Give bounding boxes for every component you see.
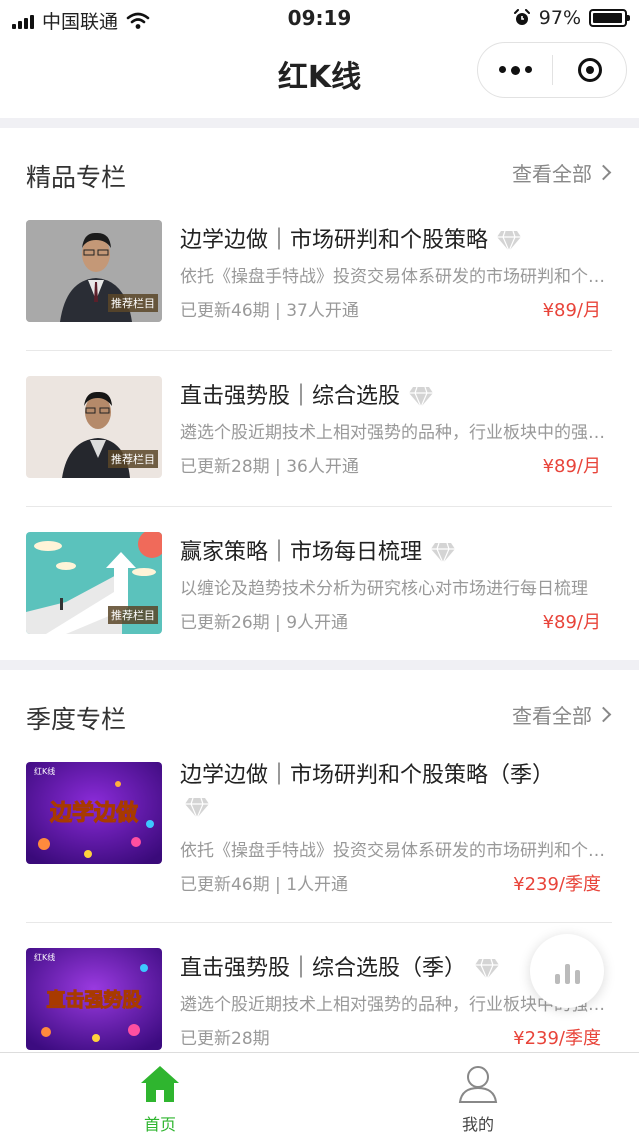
list-item[interactable]: 边学边做 红K线 边学边做｜市场研判和个股策略（季） 依托《操盘手特战》投资交易… bbox=[0, 762, 639, 922]
divider bbox=[26, 506, 612, 507]
section-header-premium: 精品专栏 查看全部 bbox=[0, 148, 639, 208]
floating-chart-button[interactable] bbox=[530, 934, 604, 1008]
item-title: 直击强势股｜综合选股 bbox=[180, 384, 401, 409]
item-price: ¥239/季度 bbox=[513, 1028, 601, 1049]
chevron-right-icon bbox=[595, 706, 612, 723]
item-meta: 已更新26期 | 9人开通 bbox=[180, 613, 349, 633]
item-title-wrap: 边学边做｜市场研判和个股策略（季） bbox=[180, 760, 600, 824]
diamond-icon bbox=[409, 386, 434, 408]
diamond-icon bbox=[475, 958, 500, 980]
update-count: 已更新28期 bbox=[180, 1029, 270, 1049]
item-description: 遴选个股近期技术上相对强势的品种，行业板块中的强势个股 bbox=[180, 423, 610, 443]
item-title: 赢家策略｜市场每日梳理 bbox=[180, 540, 423, 565]
tab-home[interactable]: 首页 bbox=[100, 1063, 220, 1135]
list-item[interactable]: 推荐栏目 边学边做｜市场研判和个股策略 依托《操盘手特战》投资交易体系研发的市场… bbox=[0, 220, 639, 370]
subscriber-count: 9人开通 bbox=[286, 613, 349, 633]
item-description: 依托《操盘手特战》投资交易体系研发的市场研判和个股策略 bbox=[180, 841, 610, 861]
tab-profile[interactable]: 我的 bbox=[418, 1063, 538, 1135]
tab-bar: 首页 我的 bbox=[0, 1052, 639, 1137]
section-header-quarterly: 季度专栏 查看全部 bbox=[0, 690, 639, 750]
divider bbox=[26, 922, 612, 923]
course-thumbnail: 推荐栏目 bbox=[26, 532, 162, 634]
item-meta: 已更新46期 | 1人开通 bbox=[180, 875, 349, 895]
course-thumbnail: 直击强势股 红K线 bbox=[26, 948, 162, 1050]
promo-text: 边学边做 bbox=[49, 800, 139, 826]
item-price: ¥89/月 bbox=[542, 300, 601, 321]
update-count: 已更新28期 bbox=[180, 457, 270, 477]
section-title: 季度专栏 bbox=[26, 705, 127, 734]
nav-bar: 红K线 bbox=[0, 38, 639, 118]
view-all-link[interactable]: 查看全部 bbox=[512, 158, 612, 187]
recommended-badge: 推荐栏目 bbox=[108, 294, 158, 312]
promo-image: 边学边做 红K线 bbox=[26, 762, 162, 864]
update-count: 已更新26期 bbox=[180, 613, 270, 633]
status-right: 97% bbox=[513, 7, 630, 29]
item-description: 以缠论及趋势技术分析为研究核心对市场进行每日梳理 bbox=[180, 579, 588, 599]
tab-label: 我的 bbox=[461, 1115, 494, 1134]
subscriber-count: 1人开通 bbox=[286, 875, 349, 895]
status-bar: 中国联通 09:19 97% bbox=[0, 0, 639, 38]
tab-label: 首页 bbox=[143, 1115, 176, 1134]
section-separator bbox=[0, 660, 639, 670]
recommended-badge: 推荐栏目 bbox=[108, 450, 158, 468]
capsule-menu bbox=[477, 42, 627, 98]
item-title-wrap: 边学边做｜市场研判和个股策略 bbox=[180, 222, 522, 254]
item-title-wrap: 赢家策略｜市场每日梳理 bbox=[180, 534, 456, 566]
section-title: 精品专栏 bbox=[26, 163, 127, 192]
course-thumbnail: 推荐栏目 bbox=[26, 220, 162, 322]
item-title-wrap: 直击强势股｜综合选股 bbox=[180, 378, 434, 410]
item-price: ¥239/季度 bbox=[513, 874, 601, 895]
promo-text: 直击强势股 bbox=[46, 988, 141, 1011]
view-all-label: 查看全部 bbox=[512, 162, 592, 186]
item-description: 依托《操盘手特战》投资交易体系研发的市场研判和个股策略 bbox=[180, 267, 610, 287]
list-item[interactable]: 推荐栏目 直击强势股｜综合选股 遴选个股近期技术上相对强势的品种，行业板块中的强… bbox=[0, 376, 639, 526]
diamond-icon bbox=[185, 797, 209, 819]
target-icon bbox=[577, 58, 602, 82]
recommended-badge: 推荐栏目 bbox=[108, 606, 158, 624]
item-title: 边学边做｜市场研判和个股策略 bbox=[180, 228, 489, 253]
more-icon[interactable] bbox=[478, 65, 552, 75]
diamond-icon bbox=[497, 230, 522, 252]
divider bbox=[26, 350, 612, 351]
course-thumbnail: 推荐栏目 bbox=[26, 376, 162, 478]
update-count: 已更新46期 bbox=[180, 301, 270, 321]
battery-percent: 97% bbox=[538, 7, 581, 29]
brand-logo: 红K线 bbox=[34, 952, 55, 962]
view-all-link[interactable]: 查看全部 bbox=[512, 700, 612, 729]
battery-icon bbox=[589, 9, 630, 27]
item-title-wrap: 直击强势股｜综合选股（季） bbox=[180, 950, 500, 982]
course-thumbnail: 边学边做 红K线 bbox=[26, 762, 162, 864]
subscriber-count: 36人开通 bbox=[286, 457, 359, 477]
item-title: 直击强势股｜综合选股（季） bbox=[180, 956, 467, 981]
diamond-icon bbox=[431, 542, 456, 564]
chevron-right-icon bbox=[595, 164, 612, 181]
brand-logo: 红K线 bbox=[34, 766, 55, 776]
item-price: ¥89/月 bbox=[542, 612, 601, 633]
profile-icon bbox=[458, 1066, 498, 1103]
update-count: 已更新46期 bbox=[180, 875, 270, 895]
section-separator bbox=[0, 118, 639, 128]
item-meta: 已更新28期 bbox=[180, 1024, 270, 1049]
item-meta: 已更新46期 | 37人开通 bbox=[180, 301, 359, 321]
item-meta: 已更新28期 | 36人开通 bbox=[180, 457, 359, 477]
promo-image: 直击强势股 红K线 bbox=[26, 948, 162, 1050]
subscriber-count: 37人开通 bbox=[286, 301, 359, 321]
view-all-label: 查看全部 bbox=[512, 704, 592, 728]
home-icon bbox=[141, 1066, 179, 1102]
alarm-icon bbox=[513, 9, 530, 25]
battery-fill bbox=[593, 13, 623, 23]
item-title: 边学边做｜市场研判和个股策略（季） bbox=[180, 763, 555, 788]
close-miniprogram-button[interactable] bbox=[553, 58, 626, 82]
item-price: ¥89/月 bbox=[542, 456, 601, 477]
